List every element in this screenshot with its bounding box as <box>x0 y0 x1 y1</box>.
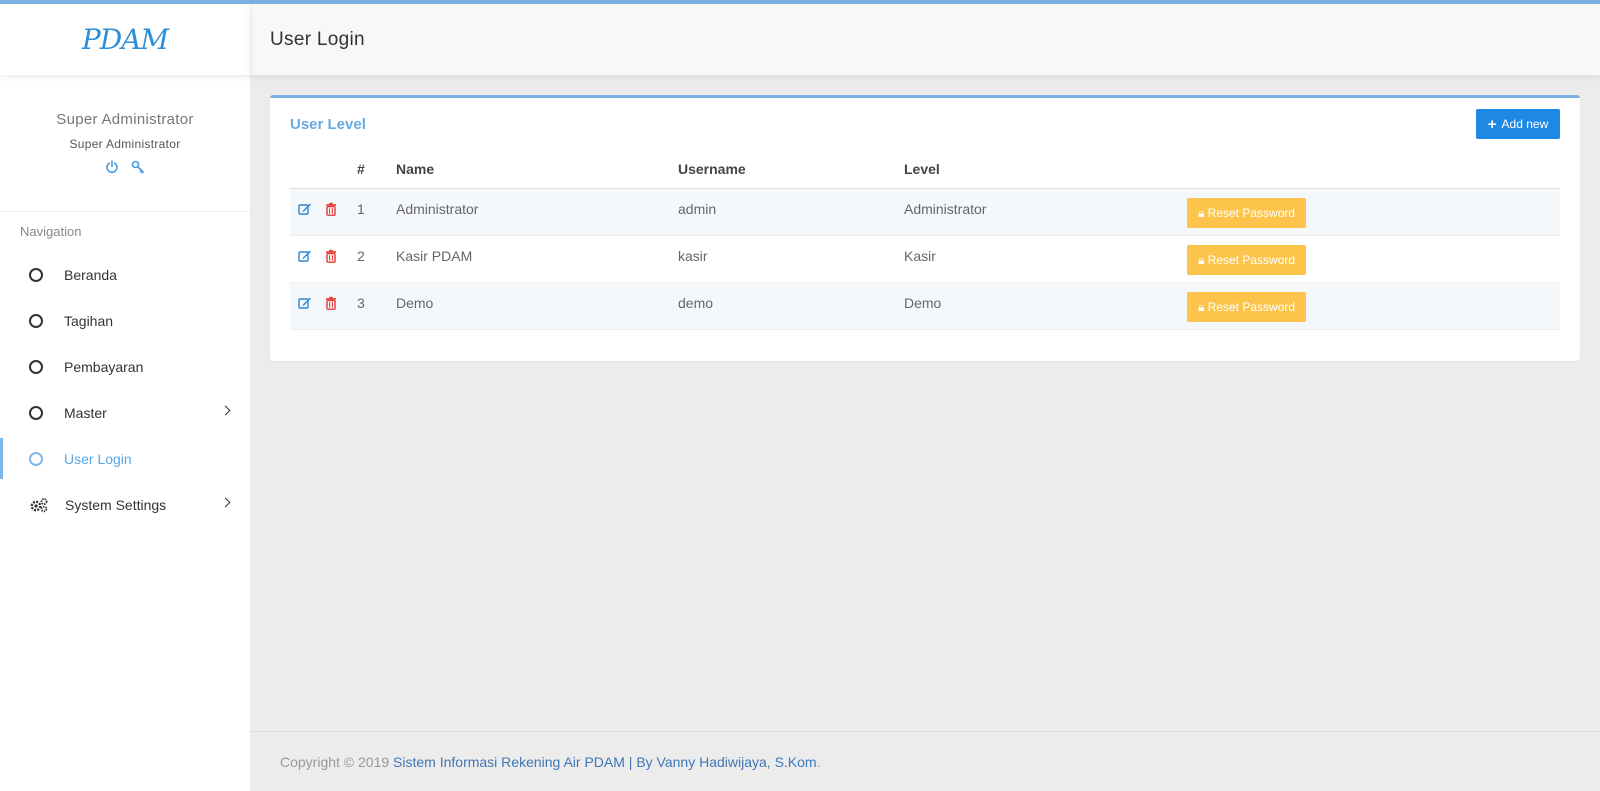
cell-name: Kasir PDAM <box>396 235 678 283</box>
sidebar-item-label: System Settings <box>65 497 167 513</box>
cell-username: admin <box>678 188 904 236</box>
plus-icon: + <box>1487 115 1497 133</box>
cell-name: Demo <box>396 282 678 330</box>
table-row: 2 Kasir PDAM kasir Kasir 🔒︎ Reset Passwo… <box>290 235 1560 283</box>
table-row: 1 Administrator admin Administrator 🔒︎ R… <box>290 188 1560 236</box>
profile-name: Super Administrator <box>56 111 194 128</box>
page-title: User Login <box>270 28 365 50</box>
reset-password-button[interactable]: 🔒︎ Reset Password <box>1187 244 1306 275</box>
column-header-name: Name <box>396 150 678 189</box>
column-header-no: # <box>357 150 396 189</box>
cell-name: Administrator <box>396 188 678 236</box>
edit-icon[interactable] <box>298 249 312 263</box>
cell-no: 2 <box>357 235 396 283</box>
edit-icon[interactable] <box>298 296 312 310</box>
footer: Copyright © 2019 Sistem Informasi Rekeni… <box>250 731 1600 791</box>
cell-no: 3 <box>357 282 396 330</box>
footer-suffix: . <box>816 754 821 770</box>
sidebar-item-label: User Login <box>64 451 132 467</box>
footer-link[interactable]: Sistem Informasi Rekening Air PDAM | By … <box>393 754 817 770</box>
trash-icon[interactable] <box>324 249 338 263</box>
cell-level: Demo <box>904 282 1187 330</box>
reset-password-label: Reset Password <box>1207 299 1296 314</box>
brand-logo[interactable]: PDAM <box>0 4 250 75</box>
actions-column-header <box>290 150 357 189</box>
reset-column-header <box>1187 150 1560 189</box>
sidebar-item-label: Tagihan <box>64 313 114 329</box>
reset-password-label: Reset Password <box>1207 252 1296 267</box>
cell-username: demo <box>678 282 904 330</box>
sidebar-item-label: Pembayaran <box>64 359 144 375</box>
top-header: User Login <box>250 4 1600 75</box>
edit-icon[interactable] <box>298 202 312 216</box>
column-header-username: Username <box>678 150 904 189</box>
circle-icon <box>29 314 43 328</box>
brand-logo-text: PDAM <box>81 23 169 56</box>
cell-no: 1 <box>357 188 396 236</box>
cell-level: Administrator <box>904 188 1187 236</box>
footer-copyright: Copyright © 2019 <box>280 754 394 770</box>
column-header-level: Level <box>904 150 1187 189</box>
trash-icon[interactable] <box>324 296 338 310</box>
sidebar: PDAM Super Administrator Super Administr… <box>0 4 250 791</box>
cell-username: kasir <box>678 235 904 283</box>
card-title: User Level <box>290 116 366 133</box>
sidebar-item-label: Beranda <box>64 267 117 283</box>
add-new-label: Add new <box>1501 117 1549 131</box>
reset-password-label: Reset Password <box>1207 205 1296 220</box>
nav-section-title: Navigation <box>20 224 82 239</box>
sidebar-item-label: Master <box>64 405 107 421</box>
chevron-right-icon <box>220 497 231 508</box>
circle-icon <box>29 452 43 466</box>
sidebar-item-master[interactable]: Master <box>0 390 250 436</box>
gears-icon <box>29 497 49 513</box>
table-row: 3 Demo demo Demo 🔒︎ Reset Password <box>290 282 1560 330</box>
sidebar-item-beranda[interactable]: Beranda <box>0 252 250 298</box>
trash-icon[interactable] <box>324 202 338 216</box>
user-profile: Super Administrator Super Administrator <box>0 75 250 212</box>
user-table: # Name Username Level 1 Administrator ad… <box>290 150 1560 330</box>
lock-icon: 🔒︎ <box>1197 205 1205 220</box>
power-icon[interactable] <box>105 160 119 174</box>
sidebar-item-tagihan[interactable]: Tagihan <box>0 298 250 344</box>
lock-icon: 🔒︎ <box>1197 252 1205 267</box>
sidebar-item-pembayaran[interactable]: Pembayaran <box>0 344 250 390</box>
add-new-button[interactable]: + Add new <box>1476 109 1560 139</box>
chevron-right-icon <box>220 405 231 416</box>
lock-icon: 🔒︎ <box>1197 299 1205 314</box>
user-level-card: User Level + Add new # Name Username Lev… <box>270 95 1580 361</box>
reset-password-button[interactable]: 🔒︎ Reset Password <box>1187 291 1306 322</box>
key-icon[interactable] <box>131 160 145 174</box>
cell-level: Kasir <box>904 235 1187 283</box>
circle-icon <box>29 268 43 282</box>
circle-icon <box>29 360 43 374</box>
circle-icon <box>29 406 43 420</box>
sidebar-item-user-login[interactable]: User Login <box>0 436 250 482</box>
table-header-row: # Name Username Level <box>290 150 1560 189</box>
sidebar-item-system-settings[interactable]: System Settings <box>0 482 250 528</box>
profile-role: Super Administrator <box>69 137 181 151</box>
reset-password-button[interactable]: 🔒︎ Reset Password <box>1187 197 1306 228</box>
